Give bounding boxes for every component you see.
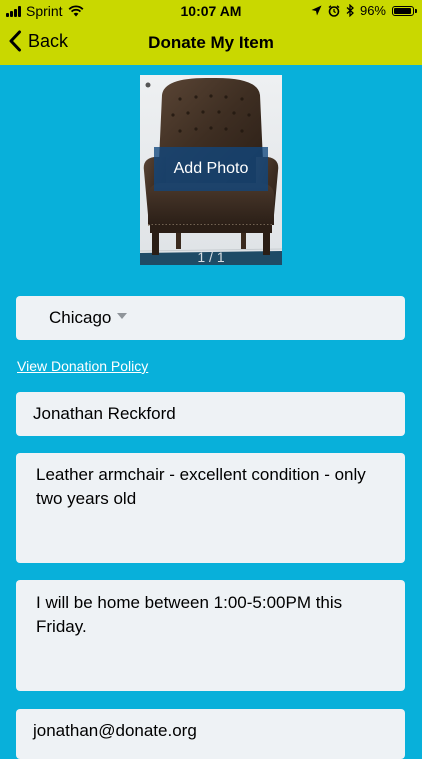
status-bar: Sprint 10:07 AM 96% xyxy=(0,0,422,22)
bluetooth-icon xyxy=(346,4,354,17)
alarm-icon xyxy=(328,4,340,17)
battery-percent: 96% xyxy=(359,3,386,18)
navigation-bar: Back Donate My Item xyxy=(0,22,422,65)
location-icon xyxy=(311,5,322,16)
photo-counter: 1 / 1 xyxy=(197,249,225,265)
top-bar: Sprint 10:07 AM 96% Back Donate My Item xyxy=(0,0,422,65)
city-select[interactable]: Chicago xyxy=(16,296,405,340)
dropdown-caret-icon xyxy=(117,313,128,319)
pickup-availability-field[interactable]: I will be home between 1:00-5:00PM this … xyxy=(16,580,405,691)
add-photo-button[interactable]: Add Photo xyxy=(154,147,268,191)
battery-icon xyxy=(392,5,417,16)
name-field[interactable]: Jonathan Reckford xyxy=(16,392,405,436)
donation-policy-link[interactable]: View Donation Policy xyxy=(17,358,148,374)
city-value: Chicago xyxy=(49,308,112,327)
item-description-field[interactable]: Leather armchair - excellent condition -… xyxy=(16,453,405,563)
page-title: Donate My Item xyxy=(148,33,274,52)
item-photo[interactable]: Add Photo 1 / 1 xyxy=(140,75,282,265)
status-right: 96% xyxy=(311,3,417,18)
email-field[interactable]: jonathan@donate.org xyxy=(16,709,405,759)
